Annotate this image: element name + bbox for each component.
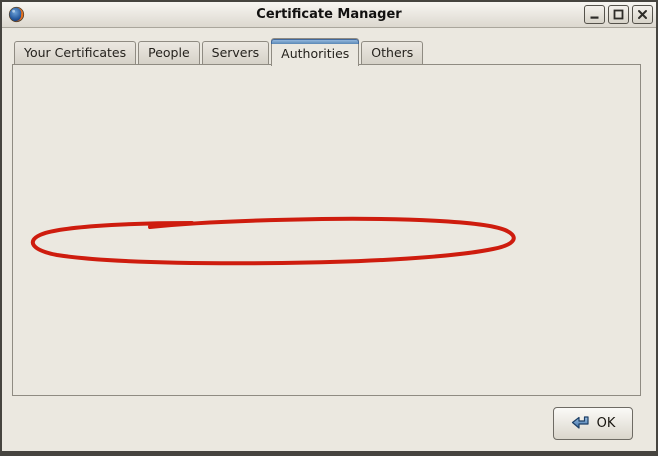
maximize-icon: [613, 9, 624, 20]
certificate-manager-window: Certificate Manager Your Certificates Pe…: [0, 0, 658, 456]
ok-button[interactable]: OK: [553, 407, 633, 440]
minimize-icon: [589, 9, 600, 20]
close-button[interactable]: [632, 5, 653, 24]
tab-your-certificates[interactable]: Your Certificates: [14, 41, 136, 64]
tab-others[interactable]: Others: [361, 41, 423, 64]
tab-people[interactable]: People: [138, 41, 200, 64]
tab-authorities[interactable]: Authorities: [271, 38, 359, 66]
window-title: Certificate Manager: [2, 7, 656, 22]
close-icon: [637, 9, 648, 20]
ok-label: OK: [597, 416, 616, 431]
tab-panel: [12, 64, 641, 396]
minimize-button[interactable]: [584, 5, 605, 24]
enter-arrow-icon: [571, 416, 591, 431]
maximize-button[interactable]: [608, 5, 629, 24]
title-bar: Certificate Manager: [2, 2, 656, 28]
tab-servers[interactable]: Servers: [202, 41, 270, 64]
tab-bar: Your Certificates People Servers Authori…: [14, 38, 425, 66]
